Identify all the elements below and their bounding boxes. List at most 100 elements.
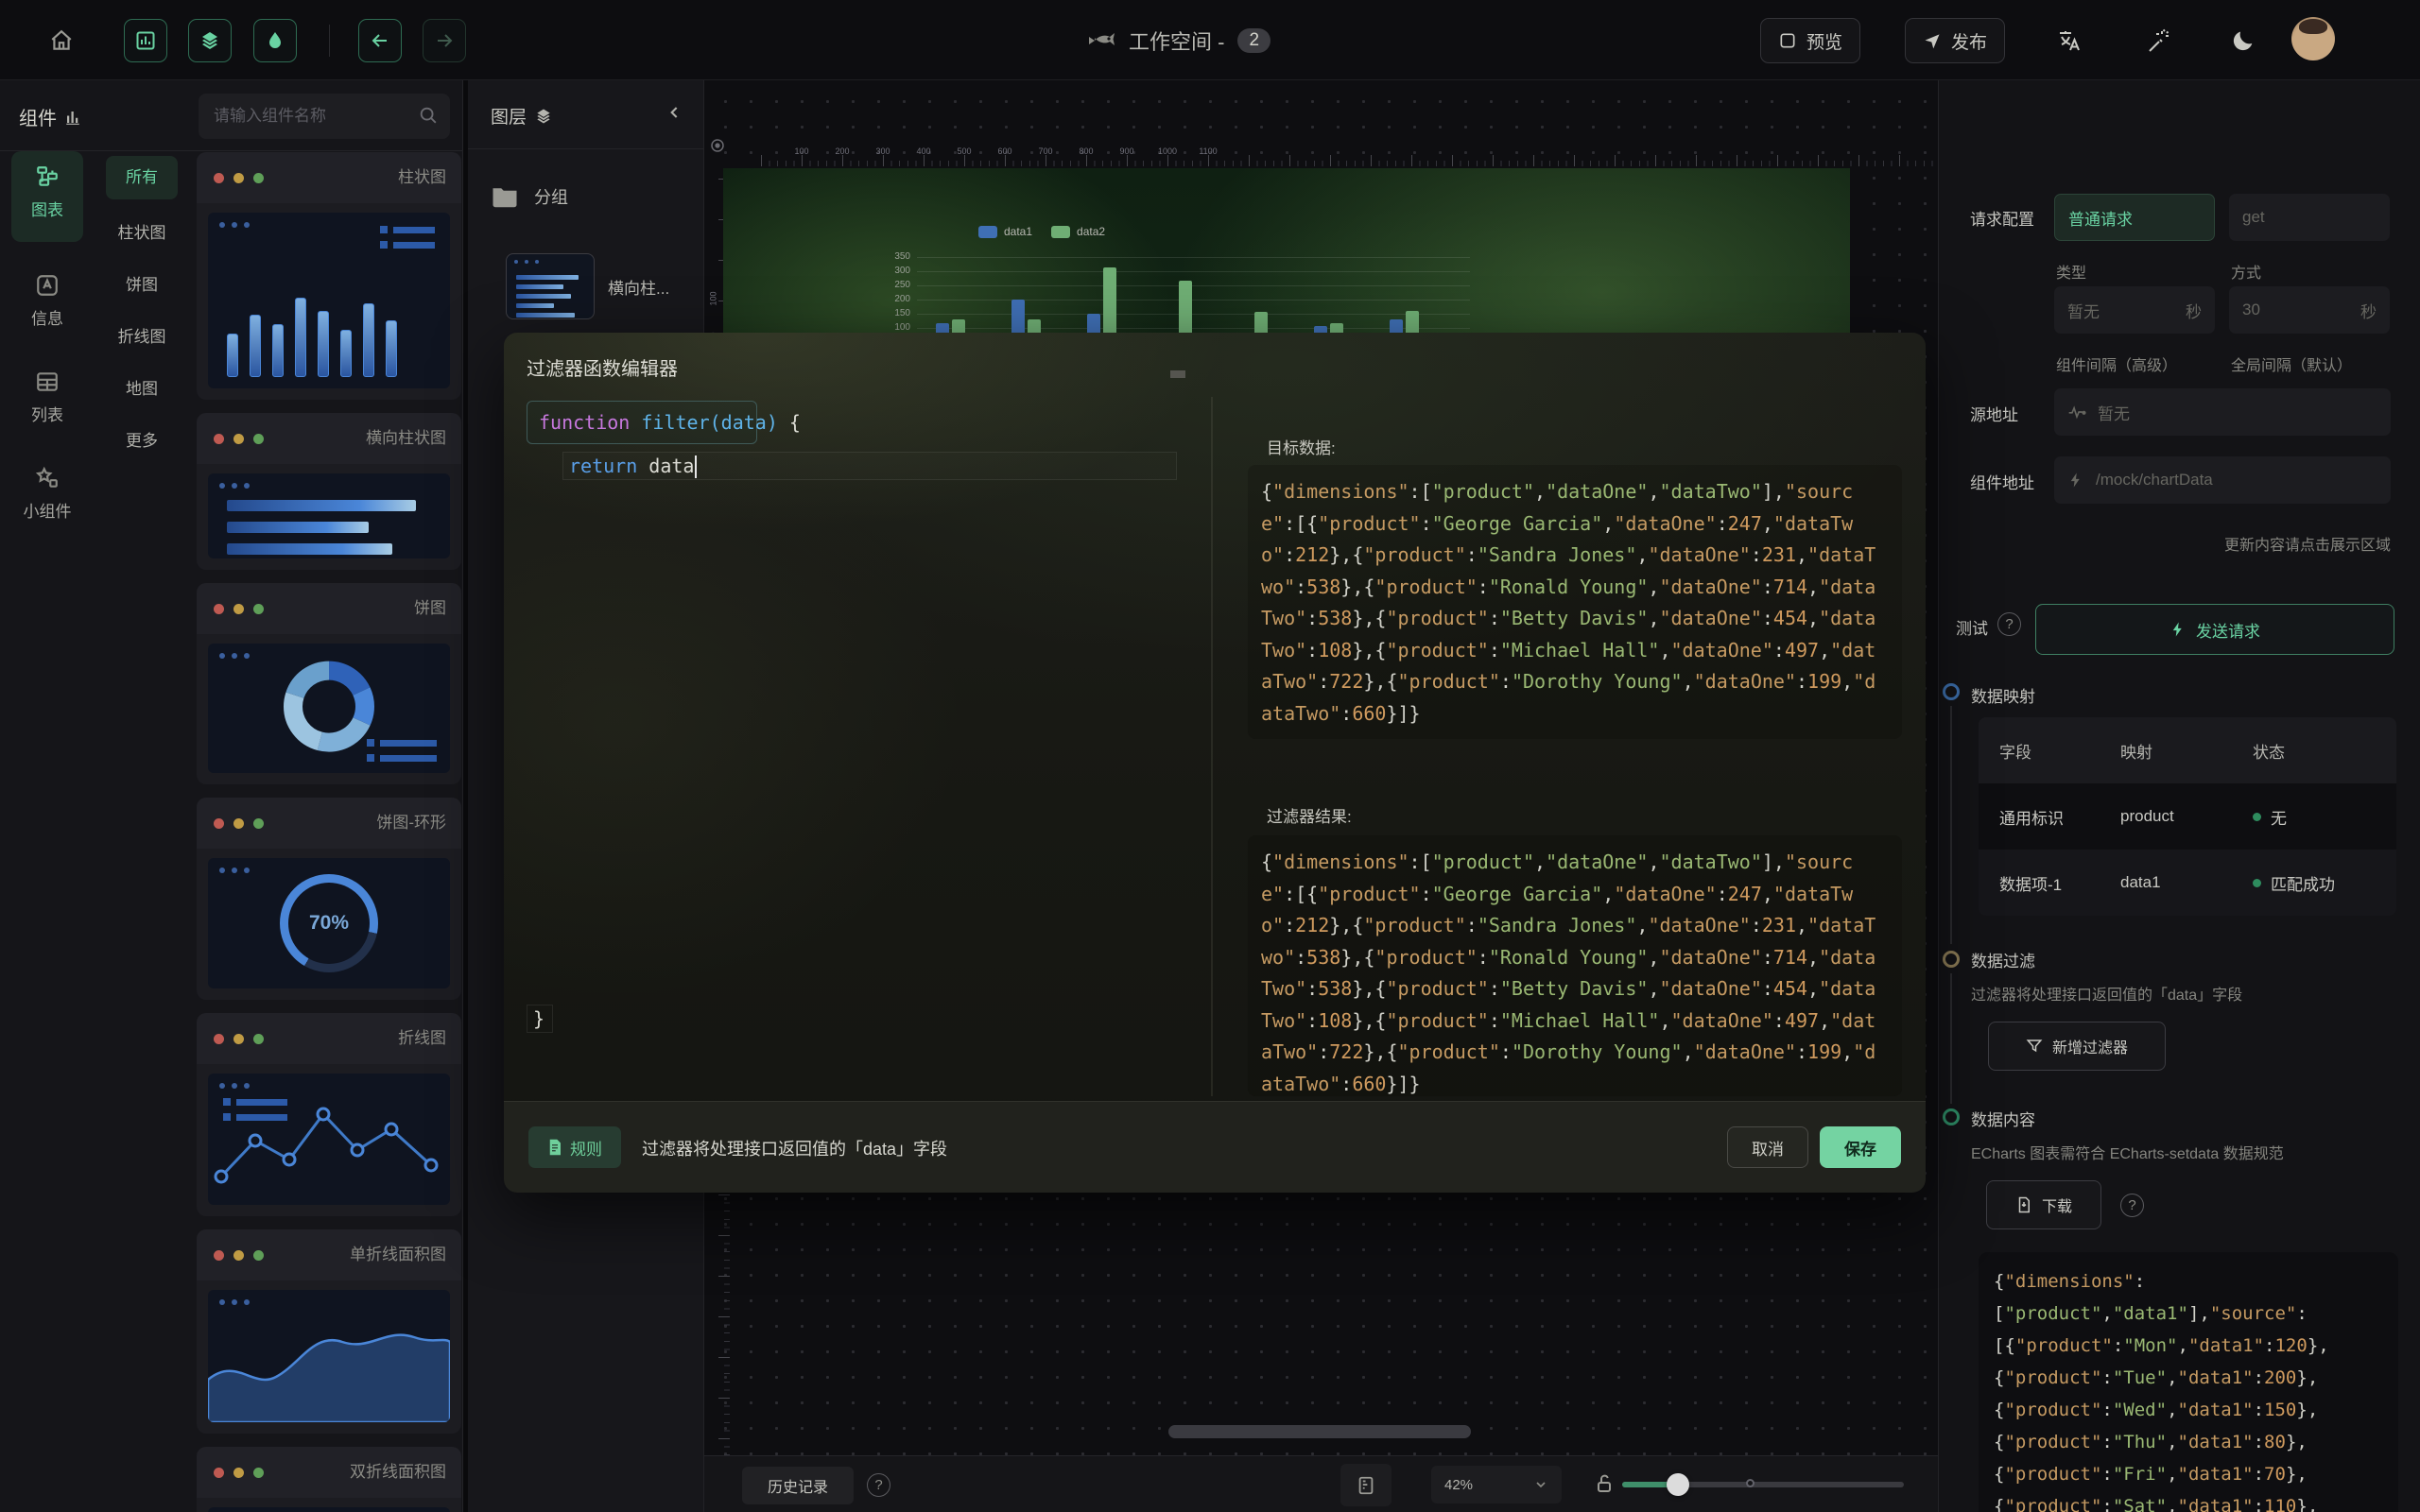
component-interval-value: 暂无 [2067, 299, 2100, 322]
modal-divider [1211, 397, 1213, 1096]
save-button[interactable]: 保存 [1820, 1126, 1901, 1168]
theme-drop-button[interactable] [253, 19, 297, 62]
modal-title: 过滤器函数编辑器 [527, 353, 678, 381]
gridline [917, 314, 1470, 315]
component-url-input[interactable]: /mock/chartData [2054, 456, 2391, 504]
component-card-hbar[interactable]: 横向柱状图 [197, 413, 461, 570]
data-filter-desc: 过滤器将处理接口返回值的「data」字段 [1971, 982, 2242, 1005]
chart-legend: data1 data2 [978, 225, 1105, 238]
window-dots [214, 604, 264, 614]
component-interval-input[interactable]: 暂无 秒 [2054, 286, 2215, 334]
legend-item[interactable]: data2 [1051, 225, 1105, 238]
history-button[interactable]: 历史记录 [742, 1467, 854, 1504]
publish-button[interactable]: 发布 [1905, 18, 2005, 63]
mapping-row[interactable]: 数据项-1 data1 匹配成功 [1979, 850, 2396, 916]
category-all[interactable]: 所有 [106, 156, 178, 199]
language-button[interactable] [2049, 21, 2089, 60]
layer-item-hbar[interactable]: 横向柱... [477, 243, 695, 330]
component-card-bar[interactable]: 柱状图 [197, 152, 461, 400]
category-bar[interactable]: 柱状图 [95, 219, 189, 243]
collapse-panel-button[interactable] [666, 103, 684, 128]
editor-scrollbar-thumb[interactable] [1170, 370, 1185, 378]
panel-list-icon [1356, 1475, 1376, 1496]
redo-button[interactable] [423, 19, 466, 62]
moon-icon [2230, 27, 2256, 54]
component-url-value: /mock/chartData [2096, 471, 2213, 490]
target-data-label: 目标数据: [1267, 435, 1336, 458]
zoom-slider-thumb[interactable] [1667, 1473, 1689, 1496]
code-editor-input[interactable]: return data [562, 452, 1177, 480]
global-interval-input[interactable]: 30 秒 [2229, 286, 2390, 334]
sidebar-tab-info[interactable]: 信息 [11, 260, 83, 341]
category-more[interactable]: 更多 [95, 427, 189, 451]
code-line-closing-brace: } [527, 1005, 553, 1033]
component-card-line[interactable]: 折线图 [197, 1013, 461, 1216]
ruler-number: 200 [835, 146, 849, 156]
layers-page-button[interactable] [188, 19, 232, 62]
category-pie[interactable]: 饼图 [95, 271, 189, 295]
source-url-input[interactable]: 暂无 [2054, 388, 2391, 436]
component-search [199, 94, 450, 139]
legend-item[interactable]: data1 [978, 225, 1032, 238]
component-card-pie[interactable]: 饼图 [197, 583, 461, 784]
undo-button[interactable] [358, 19, 402, 62]
preview-button[interactable]: 预览 [1760, 18, 1860, 63]
detail-panel-toggle-button[interactable] [1340, 1464, 1392, 1506]
source-url-placeholder: 暂无 [2098, 401, 2130, 424]
data-content-json[interactable]: {"dimensions":["product","data1"],"sourc… [1979, 1252, 2398, 1512]
add-filter-button[interactable]: 新增过滤器 [1988, 1022, 2166, 1071]
layers-title: 图层 [491, 103, 553, 129]
y-axis-label: 100 [873, 322, 910, 333]
component-search-input[interactable] [199, 94, 450, 139]
mapping-row[interactable]: 通用标识 product 无 [1979, 783, 2396, 850]
category-line[interactable]: 折线图 [95, 323, 189, 347]
canvas-footer-bar: 历史记录 ? 42% [704, 1455, 1938, 1512]
translate-icon [2056, 27, 2083, 54]
canvas-horizontal-scrollbar[interactable] [1168, 1425, 1471, 1438]
workspace-count-badge[interactable]: 2 [1237, 28, 1270, 53]
request-type-select[interactable]: 普通请求 [2054, 194, 2215, 241]
lightning-icon [2067, 472, 2084, 489]
component-card-double-area[interactable]: 双折线面积图 [197, 1447, 461, 1512]
components-title-text: 组件 [19, 103, 57, 130]
component-card-area[interactable]: 单折线面积图 [197, 1229, 461, 1434]
timeline-node-mapping [1943, 683, 1960, 700]
component-url-label: 组件地址 [1970, 470, 2034, 493]
component-card-title: 饼图-环形 [376, 798, 446, 849]
window-dots [214, 1250, 264, 1261]
status-dot [2253, 813, 2261, 821]
component-card-ring[interactable]: 饼图-环形 70% [197, 798, 461, 1000]
sidebar-tab-list[interactable]: 列表 [11, 356, 83, 438]
zoom-level-select[interactable]: 42% [1431, 1466, 1562, 1503]
component-thumbnail-double-area [208, 1507, 450, 1512]
user-avatar[interactable] [2291, 17, 2335, 60]
ruler-origin-icon[interactable] [709, 137, 726, 159]
help-icon[interactable]: ? [867, 1473, 890, 1497]
window-dots [214, 818, 264, 829]
workspace-title: 工作空间 - 2 [1087, 0, 1270, 80]
magic-wand-icon [2143, 27, 2169, 54]
cancel-button[interactable]: 取消 [1727, 1126, 1808, 1168]
chart-page-button[interactable] [124, 19, 167, 62]
zoom-slider[interactable] [1622, 1482, 1904, 1487]
category-map[interactable]: 地图 [95, 375, 189, 399]
filter-editor-modal: 过滤器函数编辑器 function filter(data) { return … [504, 333, 1926, 1193]
target-data-json[interactable]: {"dimensions":["product","dataOne","data… [1248, 465, 1902, 739]
interval-unit: 秒 [2186, 299, 2202, 322]
test-help-icon[interactable]: ? [1997, 612, 2021, 636]
layer-group-item[interactable]: 分组 [491, 184, 568, 209]
dark-mode-button[interactable] [2223, 21, 2263, 60]
unlock-icon[interactable] [1593, 1472, 1616, 1500]
home-button[interactable] [42, 21, 81, 60]
request-method-select[interactable]: get [2229, 194, 2390, 241]
download-button[interactable]: 下载 [1986, 1180, 2101, 1229]
content-help-icon[interactable]: ? [2120, 1194, 2144, 1217]
chevron-left-icon [666, 103, 684, 122]
sidebar-tab-widgets[interactable]: 小组件 [11, 453, 83, 534]
sidebar-tab-label: 图表 [31, 197, 63, 220]
send-request-button[interactable]: 发送请求 [2035, 604, 2394, 655]
ruler-number: 800 [1079, 146, 1093, 156]
magic-wand-button[interactable] [2136, 21, 2176, 60]
filter-result-json[interactable]: {"dimensions":["product","dataOne","data… [1248, 835, 1902, 1096]
sidebar-tab-charts[interactable]: 图表 [11, 151, 83, 242]
